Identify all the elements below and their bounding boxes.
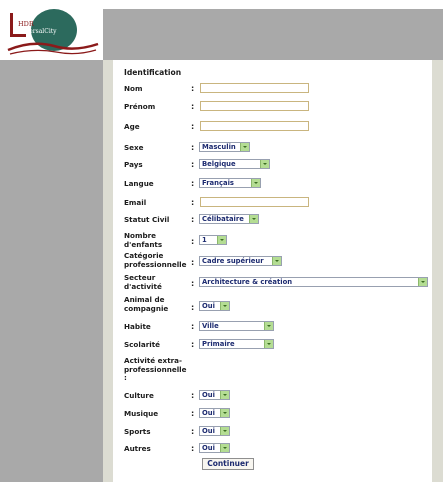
hdr-universal-city-logo[interactable]: HDR UniversalCity — [4, 6, 100, 58]
colon: : — [191, 102, 195, 111]
content-border-right — [432, 60, 443, 482]
colon: : — [191, 444, 195, 453]
pays-select[interactable]: Belgique — [199, 159, 270, 169]
colon: : — [191, 303, 195, 312]
age-input[interactable] — [200, 121, 309, 131]
chevron-down-icon[interactable] — [418, 278, 427, 286]
nombre-enfants-select-value: 1 — [202, 236, 207, 244]
colon: : — [191, 215, 195, 224]
musique-select-value: Oui — [202, 409, 215, 417]
categorie-select-value: Cadre supérieur — [202, 257, 264, 265]
colon: : — [191, 237, 195, 246]
label-secteur-activite: Secteur d'activité — [124, 273, 162, 291]
habite-select[interactable]: Ville — [199, 321, 274, 331]
statut-civil-select[interactable]: Célibataire — [199, 214, 259, 224]
animal-compagnie-select[interactable]: Oui — [199, 301, 230, 311]
colon: : — [191, 427, 195, 436]
secteur-activite-select[interactable]: Architecture & création — [199, 277, 428, 287]
nom-input[interactable] — [200, 83, 309, 93]
colon: : — [191, 391, 195, 400]
statut-civil-select-value: Célibataire — [202, 215, 244, 223]
label-sexe: Sexe — [124, 143, 144, 152]
label-culture: Culture — [124, 391, 154, 400]
chevron-down-icon[interactable] — [220, 427, 229, 435]
sports-select[interactable]: Oui — [199, 426, 230, 436]
label-age: Age — [124, 122, 140, 131]
chevron-down-icon[interactable] — [220, 302, 229, 310]
label-langue: Langue — [124, 179, 154, 188]
autres-select[interactable]: Oui — [199, 443, 230, 453]
culture-select[interactable]: Oui — [199, 390, 230, 400]
colon: : — [191, 409, 195, 418]
langue-select[interactable]: Français — [199, 178, 261, 188]
label-nombre-enfants: Nombre d'enfants — [124, 231, 163, 249]
colon: : — [191, 258, 195, 267]
chevron-down-icon[interactable] — [264, 322, 273, 330]
sexe-select[interactable]: Masculin — [199, 142, 250, 152]
chevron-down-icon[interactable] — [240, 143, 249, 151]
chevron-down-icon[interactable] — [249, 215, 258, 223]
autres-select-value: Oui — [202, 444, 215, 452]
label-animal-compagnie: Animal de compagnie — [124, 295, 169, 313]
langue-select-value: Français — [202, 179, 234, 187]
categorie-professionnelle-select[interactable]: Cadre supérieur — [199, 256, 282, 266]
colon: : — [191, 84, 195, 93]
scolarite-select[interactable]: Primaire — [199, 339, 274, 349]
sexe-select-value: Masculin — [202, 143, 236, 151]
label-statut-civil: Statut Civil — [124, 215, 170, 224]
label-habite: Habite — [124, 322, 151, 331]
colon: : — [191, 322, 195, 331]
musique-select[interactable]: Oui — [199, 408, 230, 418]
logo-universal-city-text: UniversalCity — [15, 28, 57, 35]
colon: : — [191, 279, 195, 288]
section-title: Identification — [124, 68, 182, 77]
colon: : — [191, 160, 195, 169]
colon: : — [191, 122, 195, 131]
email-input[interactable] — [200, 197, 309, 207]
label-activite-extra-professionnelle: Activité extra- professionnelle : — [124, 356, 187, 382]
chevron-down-icon[interactable] — [220, 391, 229, 399]
secteur-select-value: Architecture & création — [202, 278, 293, 286]
label-pays: Pays — [124, 160, 143, 169]
label-categorie-professionnelle: Catégorie professionnelle — [124, 251, 187, 269]
label-prenom: Prénom — [124, 102, 156, 111]
label-scolarite: Scolarité — [124, 340, 161, 349]
chevron-down-icon[interactable] — [272, 257, 281, 265]
colon: : — [191, 198, 195, 207]
colon: : — [191, 179, 195, 188]
sports-select-value: Oui — [202, 427, 215, 435]
label-musique: Musique — [124, 409, 159, 418]
chevron-down-icon[interactable] — [217, 236, 226, 244]
chevron-down-icon[interactable] — [264, 340, 273, 348]
identification-form: Identification Nom : Prénom : Age : Sexe… — [113, 60, 432, 482]
prenom-input[interactable] — [200, 101, 309, 111]
habite-select-value: Ville — [202, 322, 219, 330]
logo-hdr-text: HDR — [18, 20, 35, 28]
pays-select-value: Belgique — [202, 160, 236, 168]
content-border-left — [103, 60, 113, 482]
label-nom: Nom — [124, 84, 143, 93]
colon: : — [191, 340, 195, 349]
culture-select-value: Oui — [202, 391, 215, 399]
scolarite-select-value: Primaire — [202, 340, 235, 348]
label-sports: Sports — [124, 427, 151, 436]
header-bar — [103, 9, 443, 60]
chevron-down-icon[interactable] — [220, 409, 229, 417]
continue-button[interactable]: Continuer — [202, 458, 254, 470]
label-email: Email — [124, 198, 147, 207]
left-sidebar — [0, 60, 103, 482]
animal-select-value: Oui — [202, 302, 215, 310]
chevron-down-icon[interactable] — [260, 160, 269, 168]
label-autres: Autres — [124, 444, 151, 453]
colon: : — [191, 143, 195, 152]
chevron-down-icon[interactable] — [220, 444, 229, 452]
chevron-down-icon[interactable] — [251, 179, 260, 187]
nombre-enfants-select[interactable]: 1 — [199, 235, 227, 245]
header-logo-area: HDR UniversalCity — [0, 0, 103, 60]
